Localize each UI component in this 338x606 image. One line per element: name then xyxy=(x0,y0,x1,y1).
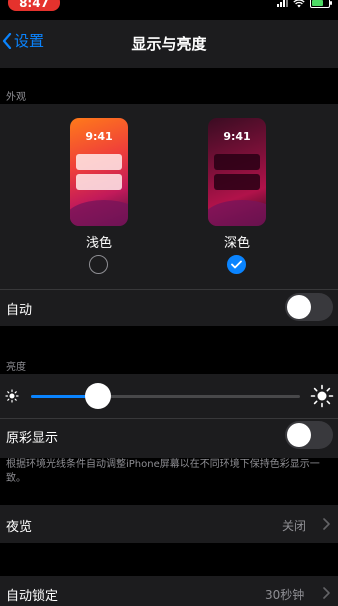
automatic-toggle[interactable] xyxy=(285,293,333,321)
chevron-right-icon xyxy=(323,518,330,530)
night-shift-label: 夜览 xyxy=(6,520,33,535)
brightness-section-label: 亮度 xyxy=(6,362,26,373)
cellular-signal-icon xyxy=(277,0,288,7)
true-tone-description: 根据环境光线条件自动调整iPhone屏幕以在不同环境下保持色彩显示一致。 xyxy=(6,459,320,484)
page-title: 显示与亮度 xyxy=(131,35,207,53)
light-mode-label: 浅色 xyxy=(85,236,112,251)
battery-icon xyxy=(310,0,332,8)
true-tone-label: 原彩显示 xyxy=(6,431,59,446)
divider xyxy=(0,418,338,419)
brightness-high-icon xyxy=(310,384,334,408)
auto-lock-label: 自动锁定 xyxy=(6,589,59,604)
light-mode-radio[interactable] xyxy=(89,255,108,274)
dark-mode-radio[interactable] xyxy=(227,255,246,274)
dark-preview-time: 9:41 xyxy=(223,130,251,143)
automatic-label: 自动 xyxy=(6,303,33,318)
light-preview-time: 9:41 xyxy=(85,130,113,143)
chevron-right-icon xyxy=(323,587,330,599)
auto-lock-value: 30秒钟 xyxy=(265,588,305,602)
appearance-section-label: 外观 xyxy=(6,92,26,103)
night-shift-value: 关闭 xyxy=(282,519,307,533)
true-tone-toggle[interactable] xyxy=(285,421,333,449)
status-time: 8:47 xyxy=(8,0,60,11)
appearance-panel xyxy=(0,104,338,326)
dark-mode-preview[interactable]: 9:41 xyxy=(208,118,266,226)
wifi-icon xyxy=(293,0,305,7)
dark-mode-label: 深色 xyxy=(223,236,250,251)
checkmark-icon xyxy=(231,260,242,269)
brightness-low-icon xyxy=(5,389,19,403)
light-mode-preview[interactable]: 9:41 xyxy=(70,118,128,226)
status-icons xyxy=(277,0,332,8)
divider xyxy=(0,289,338,290)
